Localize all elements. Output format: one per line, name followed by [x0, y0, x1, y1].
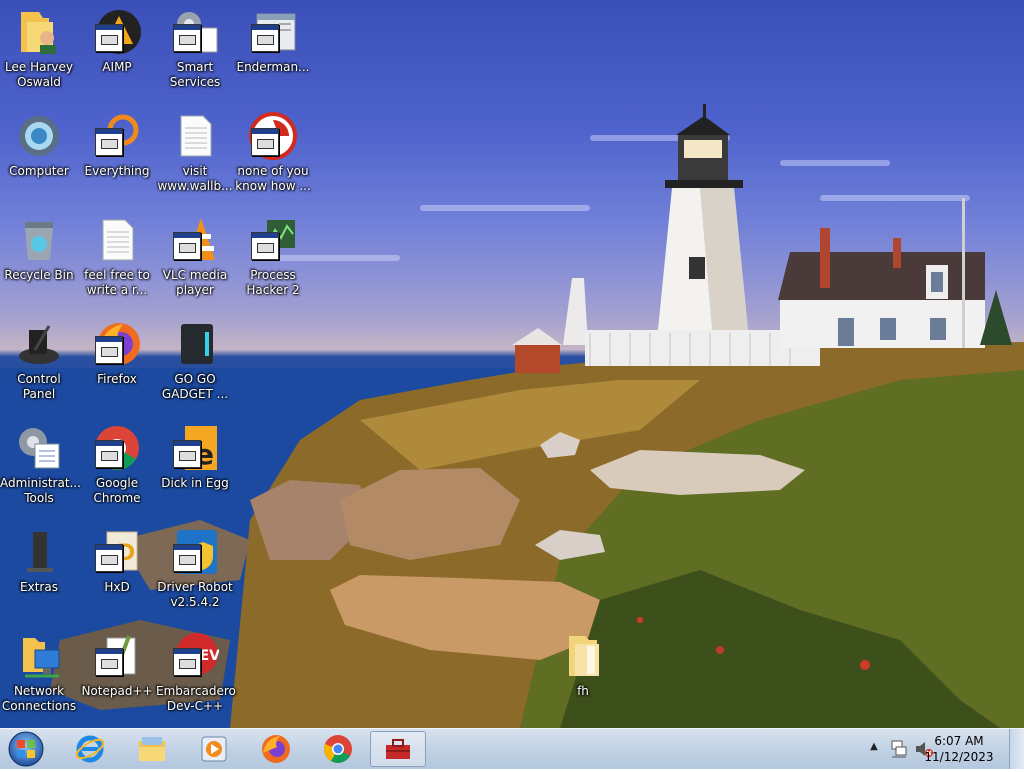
icon-label: Everything [84, 164, 150, 178]
desktop-icon-driver-robot[interactable]: Driver Robot v2.5.4.2 [156, 524, 234, 626]
enderman-icon [249, 8, 297, 56]
smart-services-icon [171, 8, 219, 56]
icon-label: Driver Robot v2.5.4.2 [157, 580, 233, 609]
windows-explorer-icon [139, 737, 165, 761]
icon-label: none of you know how ... [235, 164, 311, 193]
extras-icon [15, 528, 63, 576]
icon-label: VLC media player [162, 268, 228, 297]
icon-label: Recycle Bin [4, 268, 74, 282]
icon-label: Smart Services [169, 60, 221, 89]
desktop-icon-feel-free[interactable]: feel free to write a r... [78, 212, 156, 314]
taskbar-media-player[interactable] [186, 731, 242, 767]
desktop-icon-none-of-you[interactable]: none of you know how ... [234, 108, 312, 210]
clock-date: 11/12/2023 [924, 750, 994, 764]
taskbar-internet-explorer[interactable] [62, 731, 118, 767]
desktop-icon-smart-services[interactable]: Smart Services [156, 4, 234, 106]
icon-label: Network Connections [1, 684, 77, 713]
taskbar: ▲ 6:07 AM 11/12/2023 [0, 728, 1024, 769]
chrome-icon [93, 424, 141, 472]
firefox-icon [93, 320, 141, 368]
desktop-icon-recycle-bin[interactable]: Recycle Bin [0, 212, 78, 314]
process-hacker-icon [249, 216, 297, 264]
aimp-icon [93, 8, 141, 56]
desktop-icon-dick-in-egg[interactable]: e Dick in Egg [156, 420, 234, 522]
driver-robot-icon [171, 528, 219, 576]
start-button[interactable] [6, 730, 46, 768]
icon-label: Control Panel [17, 372, 61, 401]
desktop-icon-firefox[interactable]: Firefox [78, 316, 156, 418]
hxd-icon: D [93, 528, 141, 576]
taskbar-toolbox-app[interactable] [370, 731, 426, 767]
icon-label: Computer [9, 164, 69, 178]
desktop-icon-dev-cpp[interactable]: DEV Embarcadero Dev-C++ [156, 628, 236, 728]
folder-icon [15, 8, 63, 56]
desktop-icon-enderman[interactable]: Enderman... [234, 4, 312, 106]
show-hidden-icons-button[interactable]: ▲ [868, 741, 880, 757]
text-document-icon [171, 112, 219, 160]
icon-label: AIMP [102, 60, 132, 74]
admin-tools-icon [15, 424, 63, 472]
desktop-icon-hxd[interactable]: D HxD [78, 524, 156, 626]
show-desktop-button[interactable] [1009, 729, 1024, 769]
notepad-plus-plus-icon [93, 632, 141, 680]
desktop-icon-everything[interactable]: Everything [78, 108, 156, 210]
media-player-icon [201, 736, 227, 762]
icon-label: Extras [20, 580, 58, 594]
desktop-icon-google-chrome[interactable]: Google Chrome [78, 420, 156, 522]
icon-label: visit www.wallb... [157, 164, 233, 193]
text-document-icon [93, 216, 141, 264]
icon-label: Process Hacker 2 [246, 268, 300, 297]
dick-in-egg-icon: e [171, 424, 219, 472]
network-connections-icon [15, 632, 63, 680]
icon-label: Notepad++ [81, 684, 153, 698]
control-panel-icon [15, 320, 63, 368]
taskbar-windows-explorer[interactable] [124, 731, 180, 767]
icon-label: Google Chrome [93, 476, 141, 505]
desktop-icon-administrative-tools[interactable]: Administrat... Tools [0, 420, 81, 522]
dev-cpp-icon: DEV [171, 632, 220, 680]
icon-label: Enderman... [236, 60, 310, 74]
icon-label: Lee Harvey Oswald [5, 60, 73, 89]
desktop-icon-notepad-plus-plus[interactable]: Notepad++ [78, 628, 156, 728]
toolbox-app-icon [386, 739, 410, 759]
icon-label: Dick in Egg [161, 476, 229, 490]
icon-label: HxD [104, 580, 130, 594]
desktop-icon-lee-harvey-oswald[interactable]: Lee Harvey Oswald [0, 4, 78, 106]
internet-explorer-icon [75, 735, 105, 763]
desktop[interactable]: Lee Harvey Oswald AIMP Smart Services En… [0, 0, 1024, 728]
desktop-icon-visit-wallpaper[interactable]: visit www.wallb... [156, 108, 234, 210]
icon-label: feel free to write a r... [84, 268, 150, 297]
folder-icon [559, 632, 607, 680]
desktop-icon-computer[interactable]: Computer [0, 108, 78, 210]
desktop-icon-extras[interactable]: Extras [0, 524, 78, 626]
network-icon[interactable] [890, 739, 908, 759]
icon-label: Embarcadero Dev-C++ [156, 684, 236, 713]
desktop-icon-go-go-gadget[interactable]: GO GO GADGET ... [156, 316, 234, 418]
taskbar-chrome[interactable] [310, 731, 366, 767]
gadget-icon [171, 320, 219, 368]
taskbar-firefox[interactable] [248, 731, 304, 767]
icon-label: Administrat... Tools [0, 476, 81, 505]
desktop-icon-control-panel[interactable]: Control Panel [0, 316, 78, 418]
clock-time: 6:07 AM [934, 734, 984, 748]
desktop-icon-network-connections[interactable]: Network Connections [0, 628, 78, 728]
computer-icon [15, 112, 63, 160]
desktop-icon-fh[interactable]: fh [544, 628, 622, 728]
chrome-icon [324, 735, 352, 763]
icon-label: GO GO GADGET ... [161, 372, 229, 401]
everything-icon [93, 112, 141, 160]
desktop-icon-process-hacker[interactable]: Process Hacker 2 [234, 212, 312, 314]
desktop-icon-vlc[interactable]: VLC media player [156, 212, 234, 314]
recycle-bin-icon [15, 216, 63, 264]
icon-label: Firefox [97, 372, 137, 386]
system-clock[interactable]: 6:07 AM 11/12/2023 [924, 733, 994, 765]
icon-label: fh [577, 684, 589, 698]
vlc-icon [171, 216, 219, 264]
firefox-icon [262, 735, 290, 763]
desktop-icon-aimp[interactable]: AIMP [78, 4, 156, 106]
app-icon [249, 112, 297, 160]
